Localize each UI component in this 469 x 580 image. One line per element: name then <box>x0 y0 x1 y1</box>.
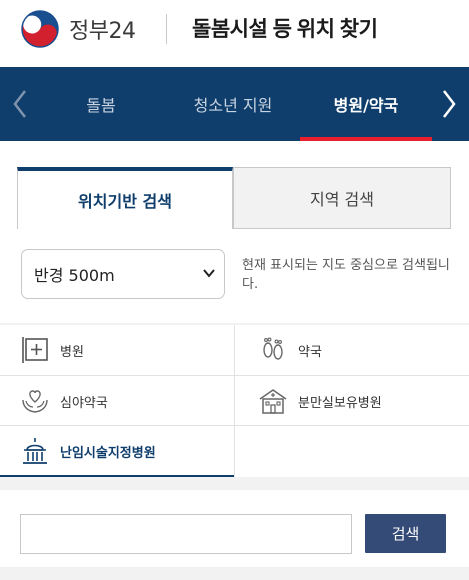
grid-divider <box>0 375 469 376</box>
category-label: 난임시술지정병원 <box>60 445 156 461</box>
category-night-pharmacy[interactable]: 심야약국 <box>20 376 233 426</box>
category-label: 심야약국 <box>60 395 108 411</box>
category-label: 약국 <box>298 344 322 360</box>
nav-tab-label: 병원/약국 <box>333 96 399 115</box>
nav-tab-youth-support[interactable]: 청소년 지원 <box>172 67 294 141</box>
footprints-icon <box>263 337 283 360</box>
category-infertility-hospital[interactable]: 난임시술지정병원 <box>20 426 233 476</box>
page-title: 돌봄시설 등 위치 찾기 <box>192 18 378 41</box>
grid-divider <box>234 325 235 477</box>
app-header: 정부24 돌봄시설 등 위치 찾기 <box>0 0 469 67</box>
category-nav: 돌봄 청소년 지원 병원/약국 <box>0 67 469 141</box>
category-pharmacy[interactable]: 약국 <box>258 325 469 375</box>
keyword-search-input[interactable] <box>20 514 352 554</box>
header-divider <box>166 14 167 44</box>
category-label: 병원 <box>60 344 84 360</box>
heart-hands-icon <box>22 390 48 413</box>
search-button[interactable]: 검색 <box>365 514 446 553</box>
nav-prev-button[interactable] <box>0 67 40 141</box>
category-hospital[interactable]: 병원 <box>20 325 233 375</box>
chevron-down-icon <box>203 269 215 278</box>
tab-region-search[interactable]: 지역 검색 <box>233 167 451 229</box>
radius-select-value: 반경 500m <box>34 266 115 285</box>
chevron-right-icon <box>443 90 456 118</box>
radius-hint-text: 현재 표시되는 지도 중심으로 검색됩니다. <box>242 258 450 292</box>
tab-location-search[interactable]: 위치기반 검색 <box>17 167 233 229</box>
category-label: 분만실보유병원 <box>298 395 382 411</box>
gov24-logo[interactable]: 정부24 <box>20 10 136 48</box>
selected-category-indicator <box>0 475 234 477</box>
dome-building-icon <box>23 438 47 464</box>
chevron-left-icon <box>13 90 26 118</box>
search-panel: 위치기반 검색 지역 검색 반경 500m 현재 표시되는 지도 중심으로 검색… <box>0 141 469 323</box>
keyword-search-bar: 검색 <box>0 490 469 567</box>
logo-text: 정부24 <box>69 19 136 44</box>
category-grid: 병원 약국 심야약국 분만실보유병원 난임시술지정병원 <box>0 325 469 477</box>
nav-next-button[interactable] <box>429 67 469 141</box>
nav-tab-hospital-pharmacy[interactable]: 병원/약국 <box>300 67 432 141</box>
nav-tab-care[interactable]: 돌봄 <box>60 67 142 141</box>
building-icon <box>259 389 287 414</box>
hospital-cross-icon <box>22 337 48 363</box>
grid-divider <box>0 425 469 426</box>
taegeuk-emblem-icon <box>21 10 59 48</box>
category-maternity-hospital[interactable]: 분만실보유병원 <box>258 376 469 426</box>
radius-select[interactable]: 반경 500m <box>21 249 225 299</box>
